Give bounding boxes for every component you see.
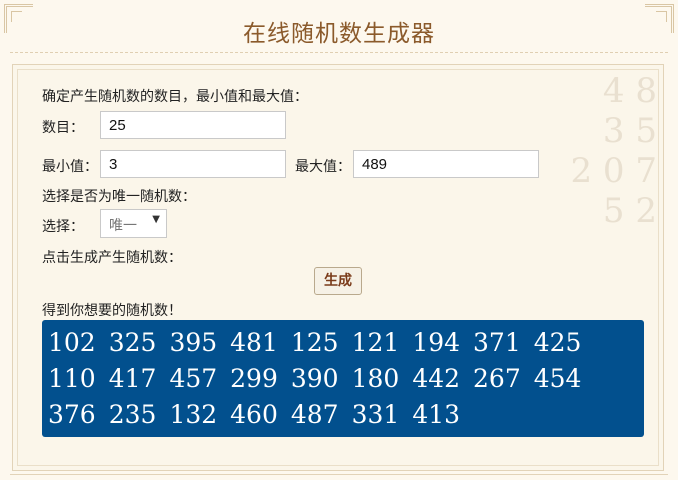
random-number: 487 bbox=[290, 400, 339, 429]
click-prompt: 点击生成产生随机数： bbox=[42, 250, 182, 266]
random-number: 110 bbox=[48, 364, 96, 393]
random-number: 454 bbox=[533, 364, 582, 393]
random-number: 121 bbox=[351, 328, 400, 357]
random-number: 481 bbox=[230, 328, 278, 357]
bottom-divider bbox=[10, 474, 668, 475]
random-number: 132 bbox=[169, 400, 218, 429]
random-number: 390 bbox=[290, 364, 339, 393]
random-number: 331 bbox=[351, 400, 400, 429]
choose-label: 选择： bbox=[42, 219, 84, 235]
random-number: 267 bbox=[473, 364, 521, 393]
max-input[interactable] bbox=[353, 150, 539, 178]
random-number: 235 bbox=[108, 400, 157, 429]
random-number: 417 bbox=[108, 364, 157, 393]
random-number: 371 bbox=[473, 328, 521, 357]
random-number: 460 bbox=[230, 400, 278, 429]
count-label: 数目： bbox=[42, 120, 84, 136]
result-box: 102 325 395 481 125 121 194 371 425 110 417 457 299 3… bbox=[42, 320, 644, 437]
title-divider bbox=[10, 52, 668, 53]
generate-button[interactable]: 生成 bbox=[314, 267, 362, 295]
random-number: 180 bbox=[351, 364, 400, 393]
result-label: 得到你想要的随机数！ bbox=[42, 303, 182, 319]
intro-text: 确定产生随机数的数目，最小值和最大值： bbox=[42, 89, 308, 105]
min-label: 最小值： bbox=[42, 159, 98, 175]
page-title: 在线随机数生成器 bbox=[243, 21, 435, 47]
random-number: 102 bbox=[48, 328, 96, 357]
max-label: 最大值： bbox=[295, 159, 351, 175]
result-numbers: 102 325 395 481 125 121 194 371 425 110 417 457 299 3… bbox=[48, 325, 644, 433]
min-input[interactable] bbox=[100, 150, 286, 178]
random-number: 194 bbox=[412, 328, 461, 357]
unique-select-value: 唯一 bbox=[109, 218, 137, 234]
page: 在线随机数生成器 4 83 52 0 75 2 确定产生随机数的数目，最小值和最… bbox=[0, 0, 678, 480]
random-number: 325 bbox=[108, 328, 157, 357]
random-number: 376 bbox=[48, 400, 96, 429]
unique-prompt: 选择是否为唯一随机数： bbox=[42, 189, 196, 205]
random-number: 457 bbox=[169, 364, 218, 393]
count-input[interactable] bbox=[100, 111, 286, 139]
random-number: 442 bbox=[412, 364, 461, 393]
random-number: 413 bbox=[412, 400, 461, 429]
random-number: 395 bbox=[169, 328, 218, 357]
random-number: 299 bbox=[230, 364, 278, 393]
random-number: 125 bbox=[290, 328, 339, 357]
random-number: 425 bbox=[533, 328, 582, 357]
chevron-down-icon: ▼ bbox=[152, 214, 160, 225]
unique-select[interactable]: 唯一 ▼ bbox=[100, 209, 167, 238]
